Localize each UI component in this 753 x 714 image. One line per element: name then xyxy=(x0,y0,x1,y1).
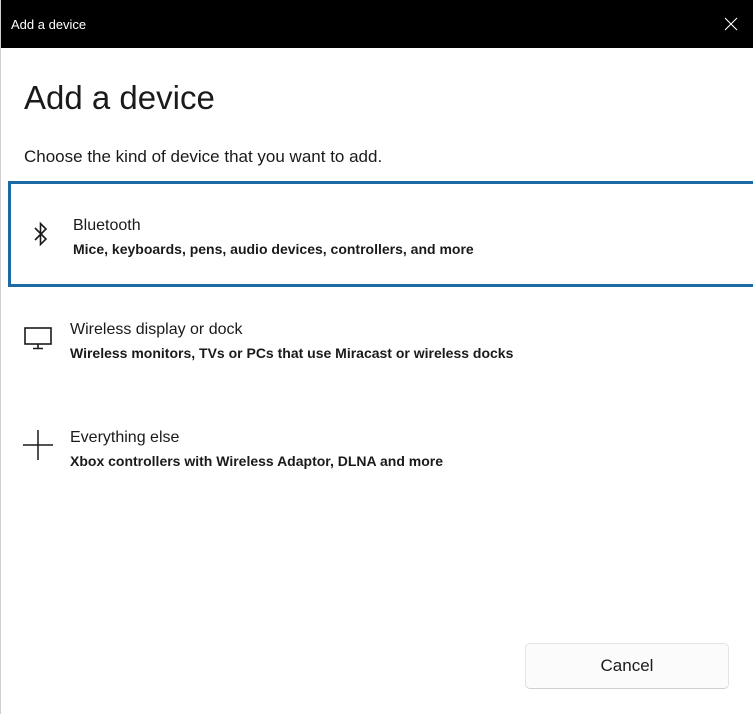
title-bar: Add a device xyxy=(1,0,753,48)
close-icon xyxy=(724,17,738,31)
page-title: Add a device xyxy=(24,79,215,116)
option-bluetooth[interactable]: Bluetooth Mice, keyboards, pens, audio d… xyxy=(8,181,753,287)
bluetooth-icon xyxy=(25,218,57,250)
option-description: Wireless monitors, TVs or PCs that use M… xyxy=(70,345,514,361)
option-title: Everything else xyxy=(70,429,180,446)
page-subtitle: Choose the kind of device that you want … xyxy=(24,147,383,166)
plus-icon xyxy=(22,429,54,461)
option-wireless-display[interactable]: Wireless display or dock Wireless monito… xyxy=(8,289,753,395)
window-title: Add a device xyxy=(11,17,87,32)
close-button[interactable] xyxy=(708,0,753,48)
option-description: Xbox controllers with Wireless Adaptor, … xyxy=(70,453,444,469)
option-title: Wireless display or dock xyxy=(70,321,243,338)
option-everything-else[interactable]: Everything else Xbox controllers with Wi… xyxy=(8,397,753,503)
add-device-dialog: Add a device Add a device Choose the kin… xyxy=(0,0,753,714)
option-description: Mice, keyboards, pens, audio devices, co… xyxy=(73,241,474,257)
option-title: Bluetooth xyxy=(73,217,141,234)
cancel-button[interactable]: Cancel xyxy=(525,643,729,689)
monitor-icon xyxy=(22,322,54,354)
